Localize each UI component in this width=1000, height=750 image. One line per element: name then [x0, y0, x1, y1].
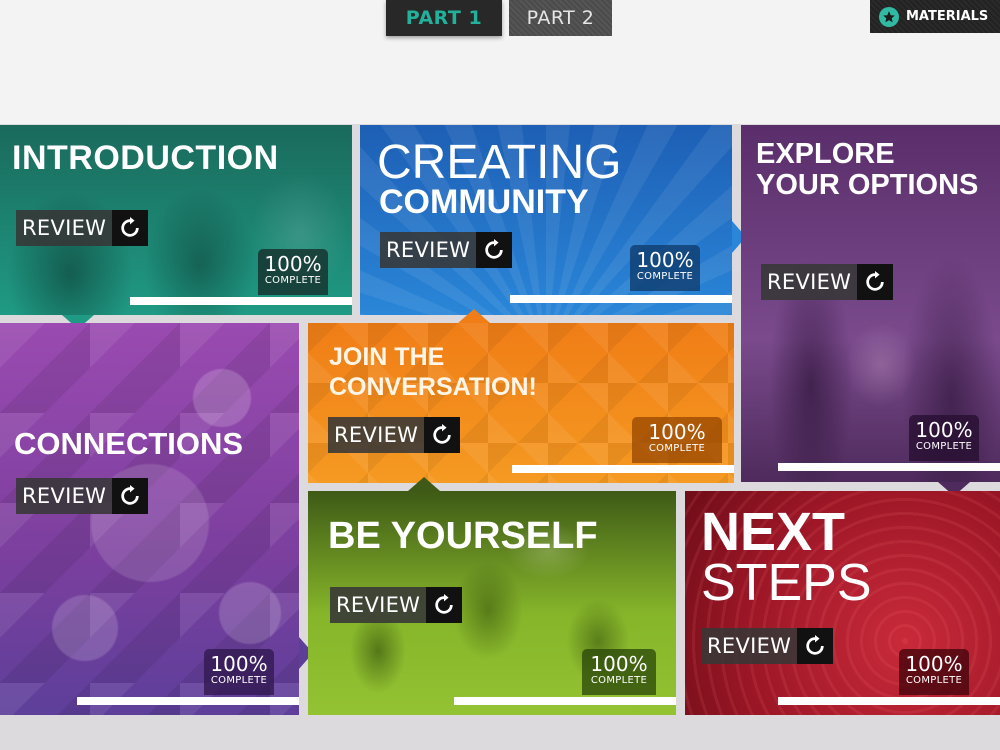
materials-label: MATERIALS — [906, 9, 989, 24]
tile-connections-title: CONNECTIONS — [14, 426, 244, 461]
review-label: REVIEW — [16, 210, 113, 246]
percent-value: 100% — [636, 248, 694, 272]
introduction-review-button[interactable]: REVIEW — [16, 210, 149, 246]
tile-be-yourself-title: BE YOURSELF — [328, 515, 598, 557]
tile-next-steps-title-1: NEXT — [701, 502, 846, 562]
explore-percent-badge: 100% COMPLETE — [909, 415, 979, 461]
complete-label: COMPLETE — [210, 675, 268, 686]
replay-icon — [797, 628, 834, 664]
replay-icon — [112, 210, 149, 246]
tile-be-yourself[interactable]: BE YOURSELF REVIEW 100% COMPLETE — [308, 477, 676, 715]
tile-connections[interactable]: CONNECTIONS REVIEW 100% COMPLETE — [0, 323, 313, 715]
connections-review-button[interactable]: REVIEW — [16, 478, 149, 514]
introduction-progress-bar — [130, 297, 352, 305]
join-percent-badge: 100% COMPLETE — [632, 417, 722, 463]
review-label: REVIEW — [761, 264, 858, 300]
complete-label: COMPLETE — [590, 675, 648, 686]
review-label: REVIEW — [330, 587, 427, 623]
percent-value: 100% — [264, 252, 322, 276]
creating-community-progress-bar — [510, 295, 732, 303]
explore-your-options-review-button[interactable]: REVIEW — [761, 264, 894, 300]
tile-join-the-conversation[interactable]: JOIN THE CONVERSATION! REVIEW 100% COMPL… — [308, 309, 734, 483]
next-steps-progress-bar — [778, 697, 1000, 705]
percent-value: 100% — [590, 652, 648, 676]
be-yourself-percent-badge: 100% COMPLETE — [582, 649, 656, 695]
complete-label: COMPLETE — [915, 441, 973, 452]
be-yourself-review-button[interactable]: REVIEW — [330, 587, 463, 623]
tab-part-2[interactable]: PART 2 — [509, 0, 612, 36]
join-the-conversation-review-button[interactable]: REVIEW — [328, 417, 461, 453]
explore-progress-bar — [778, 463, 1000, 471]
tile-join-title-1: JOIN THE — [329, 343, 445, 371]
tile-introduction-title: INTRODUCTION — [12, 139, 279, 177]
join-pointer-up — [458, 309, 490, 323]
tile-creating-community-title-1: CREATING — [377, 136, 622, 189]
tile-join-title-2: CONVERSATION! — [329, 372, 537, 401]
creating-community-review-button[interactable]: REVIEW — [380, 232, 513, 268]
percent-value: 100% — [915, 418, 973, 442]
connections-percent-badge: 100% COMPLETE — [204, 649, 274, 695]
percent-value: 100% — [648, 420, 706, 444]
tile-explore-title-2: YOUR OPTIONS — [756, 169, 979, 202]
creating-community-percent-badge: 100% COMPLETE — [630, 245, 700, 291]
tile-introduction[interactable]: INTRODUCTION REVIEW 100% COMPLETE — [0, 125, 352, 329]
review-label: REVIEW — [380, 232, 477, 268]
complete-label: COMPLETE — [636, 271, 694, 282]
be-yourself-progress-bar — [454, 697, 676, 705]
replay-icon — [426, 587, 463, 623]
tile-next-steps[interactable]: NEXT STEPS REVIEW 100% COMPLETE — [685, 491, 1000, 715]
connections-progress-bar — [77, 697, 299, 705]
introduction-percent-badge: 100% COMPLETE — [258, 249, 328, 295]
review-label: REVIEW — [328, 417, 425, 453]
tile-explore-title-1: EXPLORE — [756, 138, 895, 170]
complete-label: COMPLETE — [648, 443, 706, 454]
tile-next-steps-title-2: STEPS — [701, 554, 872, 612]
replay-icon — [476, 232, 513, 268]
review-label: REVIEW — [701, 628, 798, 664]
next-steps-review-button[interactable]: REVIEW — [701, 628, 834, 664]
tab-part-1[interactable]: PART 1 — [386, 0, 502, 36]
complete-label: COMPLETE — [264, 275, 322, 286]
join-progress-bar — [512, 465, 734, 473]
review-label: REVIEW — [16, 478, 113, 514]
percent-value: 100% — [905, 652, 963, 676]
replay-icon — [424, 417, 461, 453]
be-yourself-pointer-up — [408, 477, 440, 491]
replay-icon — [112, 478, 149, 514]
percent-value: 100% — [210, 652, 268, 676]
materials-button[interactable]: MATERIALS — [870, 0, 1000, 33]
tile-creating-community-title-2: COMMUNITY — [379, 183, 589, 221]
complete-label: COMPLETE — [905, 675, 963, 686]
next-steps-percent-badge: 100% COMPLETE — [899, 649, 969, 695]
star-icon — [879, 6, 899, 27]
replay-icon — [857, 264, 894, 300]
tile-creating-community[interactable]: CREATING COMMUNITY REVIEW 100% COMPLETE — [360, 125, 746, 315]
tile-explore-your-options[interactable]: EXPLORE YOUR OPTIONS REVIEW 100% COMPLET… — [741, 125, 1000, 496]
